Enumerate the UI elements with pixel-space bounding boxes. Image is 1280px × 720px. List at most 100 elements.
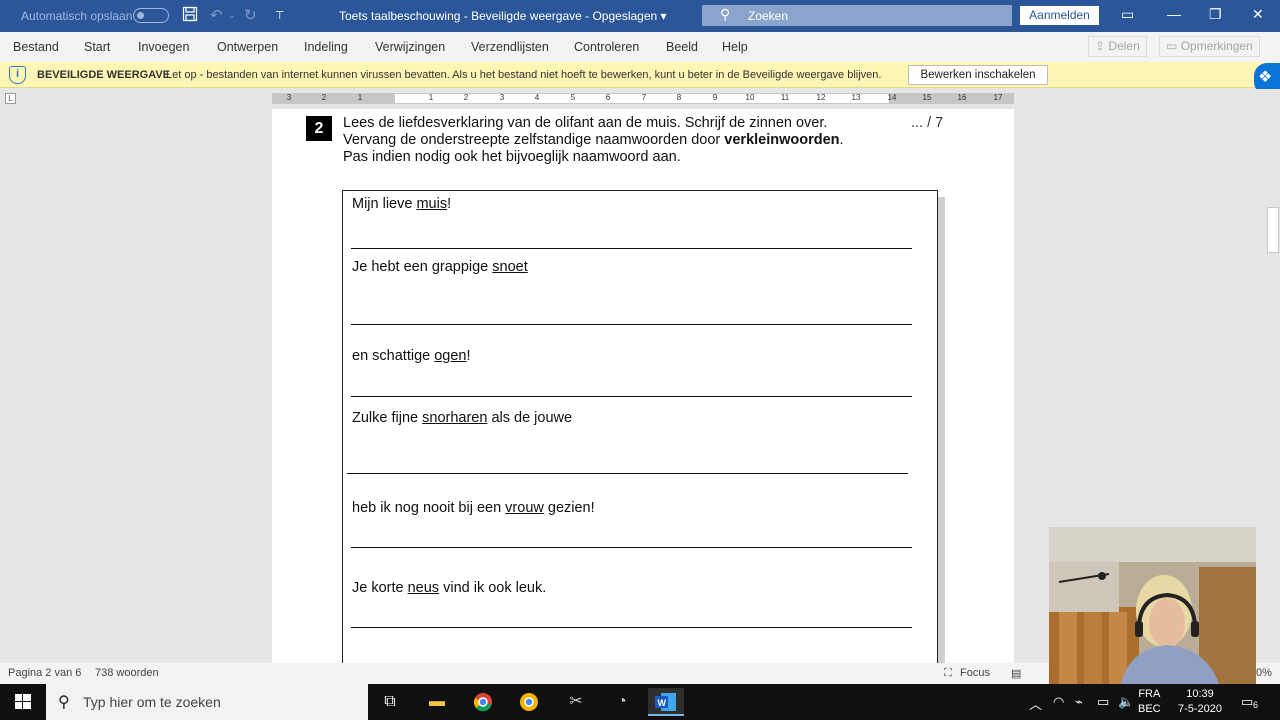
writing-line [351,396,912,397]
restore-icon[interactable]: ❐ [1209,6,1222,23]
ruler-number: 3 [499,93,505,102]
sentence-text: ! [466,348,471,364]
question-number: 2 [306,116,332,141]
undo-icon[interactable]: ↶ [210,6,223,24]
ruler-number: 3 [286,93,292,102]
underlined-noun: neus [407,580,440,596]
ribbon-display-options-icon[interactable]: ▭ [1121,6,1134,23]
battery-icon[interactable]: ▭ [1097,694,1109,710]
instruction-line-2: Vervang de onderstreepte zelfstandige na… [343,132,844,149]
ruler-area: L 3 2 1 1 2 3 4 5 6 7 8 9 10 11 12 13 14… [0,89,1280,109]
page-indicator[interactable]: Pagina 2 van 6 [8,667,81,679]
document-title[interactable]: Toets taalbeschouwing - Beveiligde weerg… [339,9,667,23]
underlined-noun: ogen [434,348,467,364]
ruler-number: 13 [851,93,861,102]
shield-icon: i [9,66,26,84]
tab-invoegen[interactable]: Invoegen [138,40,189,54]
underlined-noun: snoet [492,259,528,275]
webcam-overlay [1049,527,1256,684]
sentence-text: Mijn lieve [352,196,417,212]
tab-controleren[interactable]: Controleren [574,40,639,54]
file-explorer-icon[interactable]: ▬ [419,688,455,716]
tab-verzendlijsten[interactable]: Verzendlijsten [471,40,549,54]
ruler-number: 6 [605,93,611,102]
vertical-scrollbar[interactable] [1267,109,1280,664]
instruction-line-1: Lees de liefdesverklaring van de olifant… [343,115,828,131]
protected-view-message: Let op - bestanden van internet kunnen v… [166,69,882,81]
network-icon[interactable]: ◠ [1053,694,1064,710]
ruler-number: 1 [428,93,434,102]
ruler-number: 16 [957,93,967,102]
close-icon[interactable]: ✕ [1252,6,1264,23]
customize-toolbar-icon[interactable]: ⊤ [275,9,285,22]
ruler-number: 9 [712,93,718,102]
show-hidden-icons-icon[interactable]: ︿ [1029,694,1042,713]
word-icon[interactable]: W [648,688,684,716]
signin-button[interactable]: Aanmelden [1020,6,1099,25]
notification-icon[interactable]: ▭ [1241,694,1253,710]
redo-icon[interactable]: ↻ [244,6,257,24]
tab-indeling[interactable]: Indeling [304,40,348,54]
ruler-number: 2 [463,93,469,102]
menu-bar: Bestand Start Invoegen Ontwerpen Indelin… [0,32,1280,62]
clock-date: 7-5-2020 [1177,703,1223,715]
usb-icon[interactable]: ⌁ [1075,694,1083,710]
share-label: Delen [1108,39,1140,53]
chrome-icon[interactable] [465,688,501,716]
writing-line [351,248,912,249]
language-indicator[interactable]: FRA BEC [1138,687,1161,717]
chrome-app-icon[interactable] [511,688,547,716]
undo-dropdown-icon[interactable]: ⌄ [228,10,236,21]
zoom-level[interactable]: 0% [1256,667,1272,679]
scrollbar-thumb[interactable] [1267,207,1279,253]
snipping-tool-icon[interactable]: ✂ [558,688,594,716]
focus-icon: ⛶ [944,667,952,679]
tab-bestand[interactable]: Bestand [13,40,59,54]
minimize-icon[interactable]: — [1167,6,1181,22]
enable-editing-button[interactable]: Bewerken inschakelen [908,65,1048,85]
autosave-toggle[interactable] [133,8,169,23]
sentence-text: als de jouwe [487,410,573,426]
writing-line [351,324,912,325]
sentence-text: gezien! [543,500,595,516]
ruler-number: 10 [745,93,755,102]
tab-stop-selector[interactable]: L [5,93,16,104]
sentence-text: heb ik nog nooit bij een [352,500,506,516]
tab-ontwerpen[interactable]: Ontwerpen [217,40,278,54]
tab-verwijzingen[interactable]: Verwijzingen [375,40,445,54]
comments-button[interactable]: ▭ Opmerkingen [1159,36,1260,57]
notification-count: 6 [1253,700,1259,710]
horizontal-ruler[interactable]: 3 2 1 1 2 3 4 5 6 7 8 9 10 11 12 13 14 1… [272,93,1014,104]
taskbar-search-placeholder: Typ hier om te zoeken [83,694,221,710]
protected-view-bar: i BEVEILIGDE WEERGAVE Let op - bestanden… [0,62,1280,88]
task-view-icon[interactable]: ⧉ [372,688,408,716]
obs-icon[interactable]: ◔ [604,688,640,716]
save-icon[interactable] [182,6,198,26]
tab-start[interactable]: Start [84,40,110,54]
read-mode-icon[interactable]: ▤ [1011,667,1021,680]
sentence-text: Je korte [352,580,408,596]
focus-button[interactable]: Focus [960,667,990,679]
language-line-2: BEC [1138,703,1161,715]
volume-icon[interactable]: 🔈 [1118,694,1134,710]
start-button[interactable] [0,684,46,720]
writing-line [351,547,912,548]
ruler-number: 12 [816,93,826,102]
clock[interactable]: 10:39 7-5-2020 [1172,687,1228,717]
language-line-1: FRA [1138,688,1161,700]
tab-help[interactable]: Help [722,40,748,54]
instruction-line-3: Pas indien nodig ook het bijvoeglijk naa… [343,149,681,165]
comment-icon: ▭ [1166,39,1178,53]
search-label: Zoeken [748,9,789,23]
ruler-number: 17 [993,93,1003,102]
tab-beeld[interactable]: Beeld [666,40,698,54]
sentence-text: en schattige [352,348,435,364]
ruler-number: 8 [676,93,682,102]
share-button[interactable]: ⇪ Delen [1088,36,1147,57]
word-count[interactable]: 738 woorden [95,667,159,679]
search-icon: ⚲ [58,694,70,711]
taskbar-search[interactable]: ⚲ Typ hier om te zoeken [46,684,368,720]
sentence-3: en schattige ogen! [352,348,471,364]
search-box[interactable]: ⚲ Zoeken [702,5,1012,26]
score-field: ... / 7 [911,115,944,131]
